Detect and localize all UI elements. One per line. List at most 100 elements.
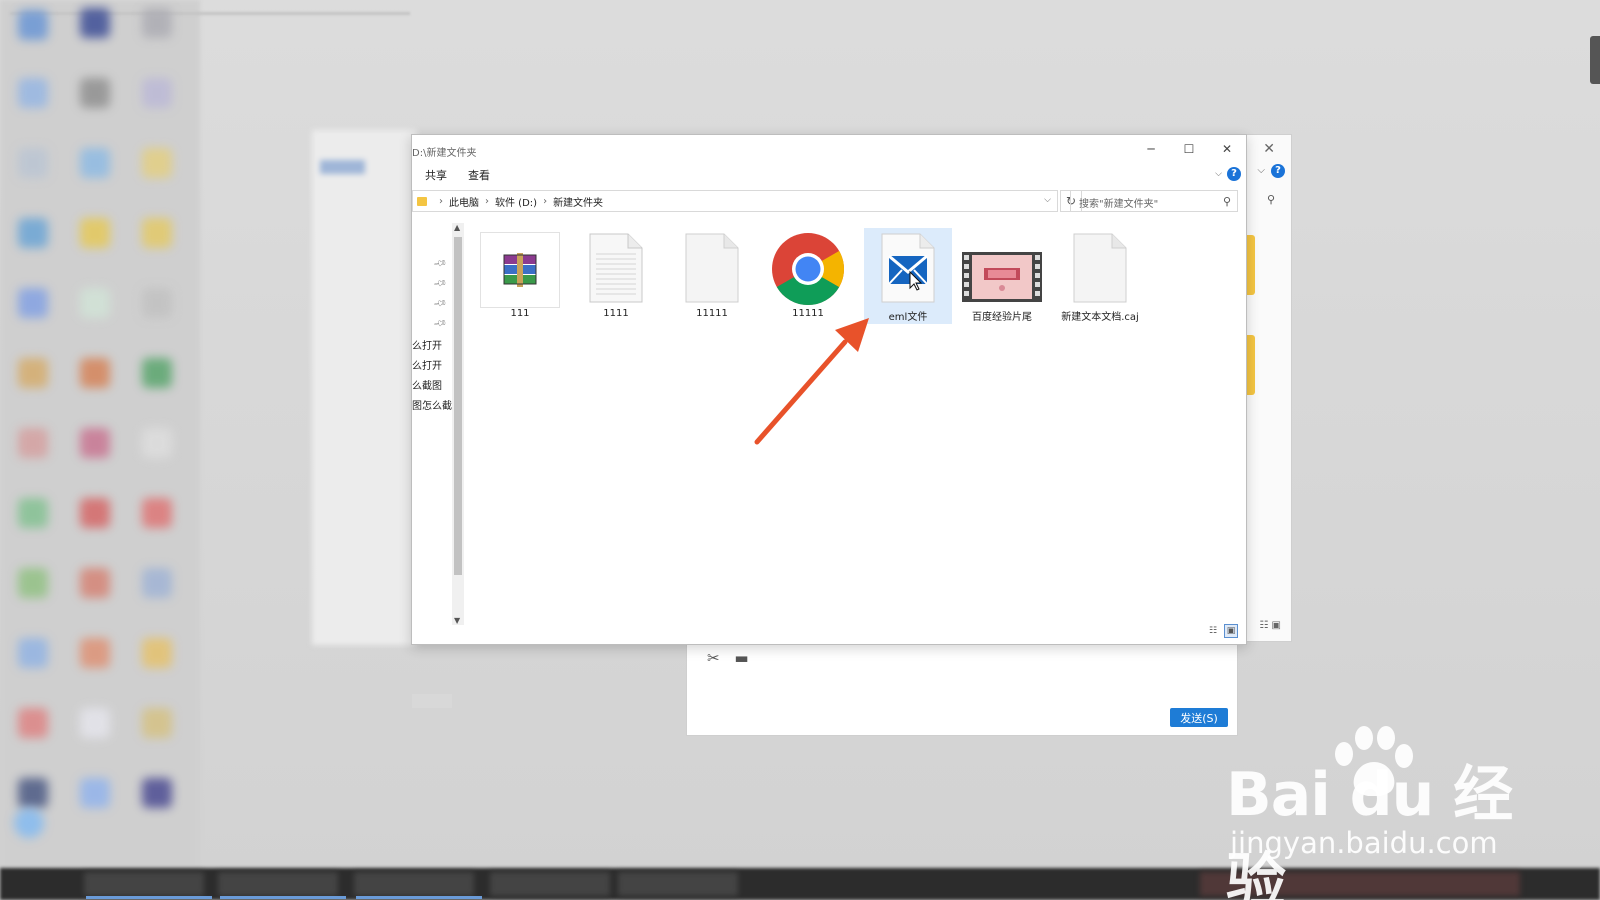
- search-input[interactable]: 搜索"新建文件夹" ⚲: [1070, 190, 1238, 212]
- desktop-icon[interactable]: [142, 148, 172, 178]
- details-view-icon[interactable]: ☷: [1206, 624, 1220, 638]
- search-icon[interactable]: ⚲: [1223, 195, 1231, 208]
- scroll-up-icon[interactable]: ▲: [454, 223, 460, 232]
- desktop-icon[interactable]: [80, 218, 110, 248]
- pin-icon[interactable]: 📌︎: [432, 317, 447, 332]
- desktop-icon[interactable]: [18, 428, 48, 458]
- desktop-icon[interactable]: [18, 498, 48, 528]
- desktop-icon[interactable]: [18, 708, 48, 738]
- desktop-icon[interactable]: [80, 8, 110, 38]
- taskbar-item[interactable]: [218, 872, 338, 896]
- desktop-icon[interactable]: [142, 778, 172, 808]
- desktop-icon[interactable]: [18, 288, 48, 318]
- chevron-down-icon[interactable]: ⌵: [1215, 169, 1222, 179]
- file-name: 1111: [603, 308, 629, 319]
- taskbar-item[interactable]: [84, 872, 204, 896]
- pin-icon[interactable]: 📌︎: [432, 297, 447, 312]
- desktop-icon[interactable]: [80, 428, 110, 458]
- desktop-icon[interactable]: [18, 10, 48, 40]
- tab-share[interactable]: 共享: [425, 167, 447, 183]
- close-button[interactable]: ✕: [1208, 135, 1246, 163]
- desktop-icon[interactable]: [18, 568, 48, 598]
- desktop-icon[interactable]: [142, 638, 172, 668]
- taskbar-item[interactable]: [618, 872, 738, 896]
- scissors-icon[interactable]: ✂: [707, 649, 720, 667]
- desktop-icon[interactable]: [80, 778, 110, 808]
- folder-icon[interactable]: ▬: [734, 649, 748, 667]
- file-item[interactable]: 1111: [572, 228, 660, 324]
- large-icons-view-icon[interactable]: ▣: [1224, 624, 1238, 638]
- nav-item[interactable]: 图怎么截: [412, 397, 452, 412]
- nav-item[interactable]: 么截图: [412, 377, 442, 392]
- chevron-down-icon[interactable]: ⌵: [1257, 165, 1265, 176]
- desktop-icon[interactable]: [18, 148, 48, 178]
- scroll-down-icon[interactable]: ▼: [454, 616, 460, 625]
- desktop-icon[interactable]: [80, 148, 110, 178]
- background-explorer-window[interactable]: ✕ ⌵ ? ⚲ ☷ ▣: [1240, 134, 1292, 642]
- view-toggle-icons[interactable]: ☷ ▣: [1259, 620, 1281, 631]
- desktop-icon[interactable]: [18, 78, 48, 108]
- desktop-icon[interactable]: [142, 358, 172, 388]
- pin-icon[interactable]: 📌︎: [432, 277, 447, 292]
- file-item-selected[interactable]: eml文件: [864, 228, 952, 324]
- desktop-icon[interactable]: [142, 428, 172, 458]
- help-icon[interactable]: ?: [1271, 164, 1285, 178]
- desktop-icon[interactable]: [80, 288, 110, 318]
- breadcrumb-drive-d[interactable]: 软件 (D:): [495, 194, 537, 209]
- title-bar[interactable]: D:\新建文件夹 ─ ☐ ✕: [412, 135, 1246, 163]
- breadcrumb-new-folder[interactable]: 新建文件夹: [553, 194, 603, 209]
- chevron-down-icon[interactable]: ⌵: [1044, 195, 1051, 205]
- file-explorer-window[interactable]: D:\新建文件夹 ─ ☐ ✕ 共享 查看 ⌵ ? › 此电脑 › 软件 (D:)…: [411, 134, 1247, 708]
- horizontal-scrollbar[interactable]: [412, 694, 452, 708]
- desktop-icon[interactable]: [80, 358, 110, 388]
- close-icon[interactable]: ✕: [1263, 141, 1275, 157]
- help-icon[interactable]: ?: [1227, 167, 1241, 181]
- file-item[interactable]: 111: [476, 228, 564, 324]
- desktop-icon[interactable]: [142, 568, 172, 598]
- search-icon[interactable]: ⚲: [1267, 193, 1275, 206]
- chevron-right-icon[interactable]: ›: [439, 196, 443, 207]
- desktop-icon[interactable]: [18, 778, 48, 808]
- minimize-button[interactable]: ─: [1132, 135, 1170, 163]
- taskbar-item[interactable]: [354, 872, 474, 896]
- vertical-scrollbar[interactable]: ▲ ▼: [452, 223, 464, 625]
- file-item[interactable]: 百度经验片尾: [958, 228, 1046, 324]
- desktop-icon[interactable]: [142, 288, 172, 318]
- chevron-right-icon[interactable]: ›: [543, 196, 547, 207]
- file-item[interactable]: 11111: [668, 228, 756, 324]
- window-title: D:\新建文件夹: [412, 148, 477, 159]
- desktop-icon[interactable]: [142, 708, 172, 738]
- navigation-pane[interactable]: 📌︎ 📌︎ 📌︎ 📌︎ 么打开 么打开 么截图 图怎么截: [412, 219, 452, 708]
- nav-item[interactable]: 么打开: [412, 337, 442, 352]
- desktop-icon[interactable]: [80, 498, 110, 528]
- send-button[interactable]: 发送(S): [1170, 708, 1228, 727]
- side-handle[interactable]: [1590, 36, 1600, 84]
- breadcrumb-this-pc[interactable]: 此电脑: [449, 194, 479, 209]
- view-mode-toggles: ☷ ▣: [1206, 624, 1238, 638]
- chat-input-window[interactable]: ✂ ▬ 发送(S): [686, 642, 1238, 736]
- desktop-icon[interactable]: [14, 808, 44, 838]
- file-item[interactable]: 11111: [764, 228, 852, 324]
- desktop-icon[interactable]: [80, 78, 110, 108]
- nav-item[interactable]: 么打开: [412, 357, 442, 372]
- desktop-icon[interactable]: [142, 218, 172, 248]
- desktop-icon[interactable]: [142, 8, 172, 38]
- desktop-icon[interactable]: [142, 498, 172, 528]
- blank-file-icon: [1072, 232, 1128, 307]
- tab-view[interactable]: 查看: [468, 167, 490, 183]
- maximize-button[interactable]: ☐: [1170, 135, 1208, 163]
- desktop-icon[interactable]: [18, 638, 48, 668]
- pin-icon[interactable]: 📌︎: [432, 257, 447, 272]
- blank-file-icon: [684, 232, 740, 307]
- desktop-icon[interactable]: [80, 568, 110, 598]
- address-bar[interactable]: › 此电脑 › 软件 (D:) › 新建文件夹 ⌵: [412, 190, 1058, 212]
- scrollbar-thumb[interactable]: [454, 237, 462, 575]
- taskbar-item[interactable]: [490, 872, 610, 896]
- desktop-icon[interactable]: [142, 78, 172, 108]
- desktop-icon[interactable]: [18, 358, 48, 388]
- desktop-icon[interactable]: [18, 218, 48, 248]
- desktop-icon[interactable]: [80, 638, 110, 668]
- file-item[interactable]: 新建文本文档.caj: [1056, 228, 1144, 324]
- desktop-icon[interactable]: [80, 708, 110, 738]
- chevron-right-icon[interactable]: ›: [485, 196, 489, 207]
